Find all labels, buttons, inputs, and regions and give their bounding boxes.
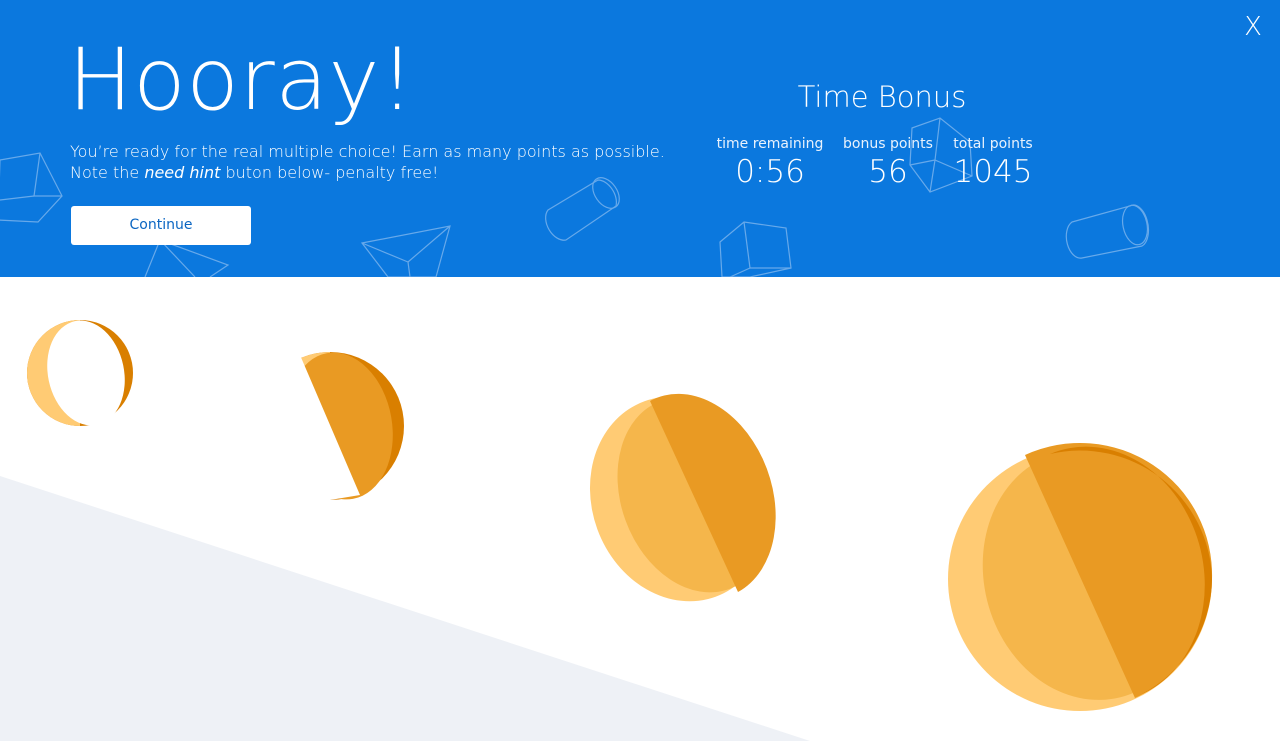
bonus-points-value: 56 xyxy=(868,154,908,190)
cube-icon xyxy=(0,152,63,223)
page-title: Hooray! xyxy=(68,30,415,130)
bonus-points-label: bonus points xyxy=(843,136,933,152)
time-remaining-stat: time remaining 0:56 xyxy=(712,135,828,191)
coin-icon xyxy=(240,352,404,502)
message-line-1: You’re ready for the real multiple choic… xyxy=(70,142,665,161)
total-points-value: 1045 xyxy=(953,154,1033,190)
cylinder-icon xyxy=(1065,204,1150,259)
message-emphasis: need hint xyxy=(144,163,221,182)
instruction-message: You’re ready for the real multiple choic… xyxy=(70,141,670,183)
time-bonus-banner: X Hooray! You’re ready for the real mult… xyxy=(0,0,1280,277)
time-bonus-title: Time Bonus xyxy=(797,80,967,114)
time-remaining-value: 0:56 xyxy=(735,154,805,190)
coin-icon xyxy=(27,320,133,426)
cube-icon xyxy=(719,221,792,277)
close-button[interactable]: X xyxy=(1238,10,1268,44)
continue-button[interactable]: Continue xyxy=(71,206,251,245)
coin-icon xyxy=(589,393,776,602)
bonus-points-stat: bonus points 56 xyxy=(838,135,938,191)
pyramid-icon xyxy=(360,225,451,277)
total-points-stat: total points 1045 xyxy=(944,135,1042,191)
coin-animation-scene xyxy=(0,320,1213,741)
total-points-label: total points xyxy=(953,136,1033,152)
message-line-2-suffix: buton below- penalty free! xyxy=(220,163,439,182)
time-remaining-label: time remaining xyxy=(716,136,824,152)
pyramid-icon xyxy=(144,239,230,277)
message-line-2-prefix: Note the xyxy=(70,163,145,182)
coin-icon xyxy=(948,442,1213,711)
close-icon: X xyxy=(1244,12,1262,42)
